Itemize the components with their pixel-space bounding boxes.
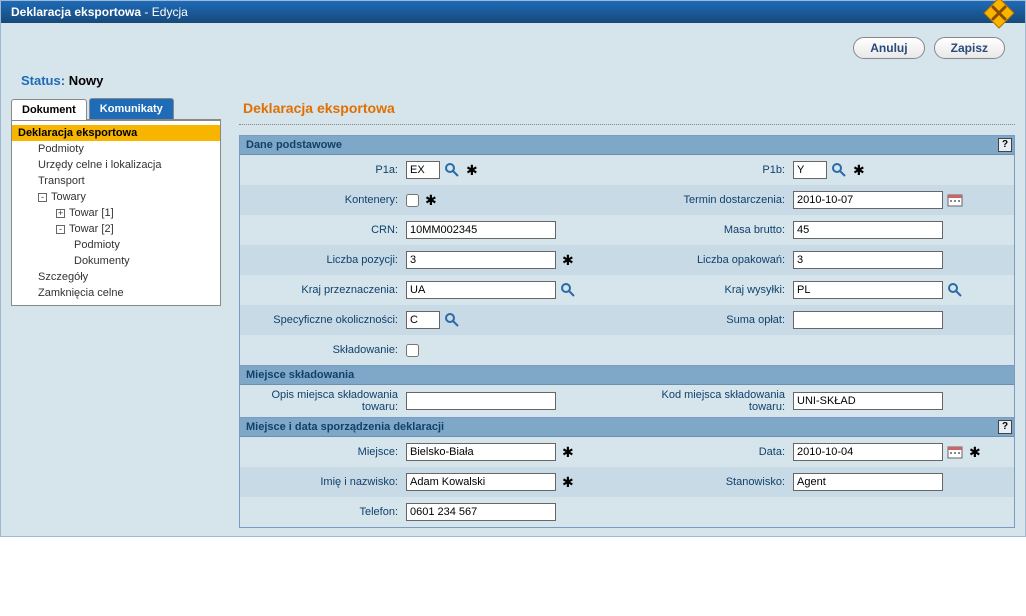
pozycji-field[interactable]	[406, 251, 556, 269]
opakowan-field[interactable]	[793, 251, 943, 269]
lookup-icon[interactable]	[831, 162, 847, 178]
window-title: Deklaracja eksportowa	[11, 5, 141, 19]
lookup-icon[interactable]	[444, 312, 460, 328]
tree-root[interactable]: Deklaracja eksportowa	[12, 125, 220, 141]
kraj-wys-field[interactable]	[793, 281, 943, 299]
label-data: Data:	[633, 446, 793, 458]
label-opis-towaru: Opis miejsca składowania towaru:	[246, 389, 406, 413]
section-dane-podstawowe: Dane podstawowe ?	[240, 136, 1014, 155]
label-pozycji: Liczba pozycji:	[246, 254, 406, 266]
tree-zamkniecia[interactable]: Zamknięcia celne	[12, 285, 220, 301]
spec-field[interactable]	[406, 311, 440, 329]
label-spec: Specyficzne okoliczności:	[246, 314, 406, 326]
tree-towary[interactable]: -Towary	[12, 189, 220, 205]
window-subtitle: Edycja	[152, 5, 188, 19]
calendar-icon[interactable]	[947, 445, 963, 459]
left-tabs: Dokument Komunikaty	[11, 98, 221, 120]
required-marker: ✱	[560, 252, 574, 269]
label-stanowisko: Stanowisko:	[633, 476, 793, 488]
required-marker: ✱	[464, 162, 478, 179]
label-opakowan: Liczba opakowań:	[633, 254, 793, 266]
tree-nav: Deklaracja eksportowa Podmioty Urzędy ce…	[11, 120, 221, 306]
label-suma: Suma opłat:	[633, 314, 793, 326]
collapse-icon[interactable]: -	[38, 193, 47, 202]
required-marker: ✱	[851, 162, 865, 179]
tree-towar-2-podmioty[interactable]: Podmioty	[12, 237, 220, 253]
tab-dokument[interactable]: Dokument	[11, 99, 87, 120]
divider	[239, 124, 1015, 125]
label-imie: Imię i nazwisko:	[246, 476, 406, 488]
collapse-icon[interactable]: -	[56, 225, 65, 234]
required-marker: ✱	[560, 474, 574, 491]
help-icon[interactable]: ?	[998, 420, 1012, 434]
label-miejsce: Miejsce:	[246, 446, 406, 458]
label-p1a: P1a:	[246, 164, 406, 176]
sklad-checkbox[interactable]	[406, 344, 419, 357]
data-field[interactable]	[793, 443, 943, 461]
label-kraj-prz: Kraj przeznaczenia:	[246, 284, 406, 296]
page-title: Deklaracja eksportowa	[239, 98, 1015, 120]
tree-urzedy[interactable]: Urzędy celne i lokalizacja	[12, 157, 220, 173]
calendar-icon[interactable]	[947, 193, 963, 207]
required-marker: ✱	[560, 444, 574, 461]
tree-towar-2[interactable]: -Towar [2]	[12, 221, 220, 237]
save-button[interactable]: Zapisz	[934, 37, 1005, 59]
suma-field[interactable]	[793, 311, 943, 329]
label-masa: Masa brutto:	[633, 224, 793, 236]
p1b-field[interactable]	[793, 161, 827, 179]
masa-field[interactable]	[793, 221, 943, 239]
required-marker: ✱	[967, 444, 981, 461]
cancel-button[interactable]: Anuluj	[853, 37, 924, 59]
kraj-prz-field[interactable]	[406, 281, 556, 299]
label-kontenery: Kontenery:	[246, 194, 406, 206]
window-titlebar: Deklaracja eksportowa - Edycja	[1, 1, 1025, 23]
miejsce-field[interactable]	[406, 443, 556, 461]
expand-icon[interactable]: +	[56, 209, 65, 218]
label-crn: CRN:	[246, 224, 406, 236]
tree-towar-1[interactable]: +Towar [1]	[12, 205, 220, 221]
lookup-icon[interactable]	[560, 282, 576, 298]
label-kraj-wys: Kraj wysyłki:	[633, 284, 793, 296]
opis-towaru-field[interactable]	[406, 392, 556, 410]
tree-podmioty[interactable]: Podmioty	[12, 141, 220, 157]
label-p1b: P1b:	[633, 164, 793, 176]
p1a-field[interactable]	[406, 161, 440, 179]
toolbar: Anuluj Zapisz	[1, 23, 1025, 67]
tree-transport[interactable]: Transport	[12, 173, 220, 189]
help-icon[interactable]: ?	[998, 138, 1012, 152]
stanowisko-field[interactable]	[793, 473, 943, 491]
close-icon[interactable]	[981, 0, 1017, 31]
kod-towaru-field[interactable]	[793, 392, 943, 410]
tree-towar-2-dokumenty[interactable]: Dokumenty	[12, 253, 220, 269]
tab-komunikaty[interactable]: Komunikaty	[89, 98, 174, 119]
lookup-icon[interactable]	[947, 282, 963, 298]
status-value: Nowy	[69, 73, 104, 88]
telefon-field[interactable]	[406, 503, 556, 521]
section-miejsce-data: Miejsce i data sporządzenia deklaracji ?	[240, 418, 1014, 437]
imie-field[interactable]	[406, 473, 556, 491]
status-row: Status: Nowy	[1, 67, 1025, 98]
tree-szczegoly[interactable]: Szczegóły	[12, 269, 220, 285]
section-miejsce-skladowania: Miejsce składowania	[240, 366, 1014, 385]
label-telefon: Telefon:	[246, 506, 406, 518]
termin-field[interactable]	[793, 191, 943, 209]
lookup-icon[interactable]	[444, 162, 460, 178]
status-label: Status:	[21, 73, 65, 88]
kontenery-checkbox[interactable]	[406, 194, 419, 207]
required-marker: ✱	[423, 192, 437, 209]
label-sklad: Składowanie:	[246, 344, 406, 356]
label-kod-towaru: Kod miejsca składowania towaru:	[633, 389, 793, 413]
label-termin: Termin dostarczenia:	[633, 194, 793, 206]
crn-field[interactable]	[406, 221, 556, 239]
